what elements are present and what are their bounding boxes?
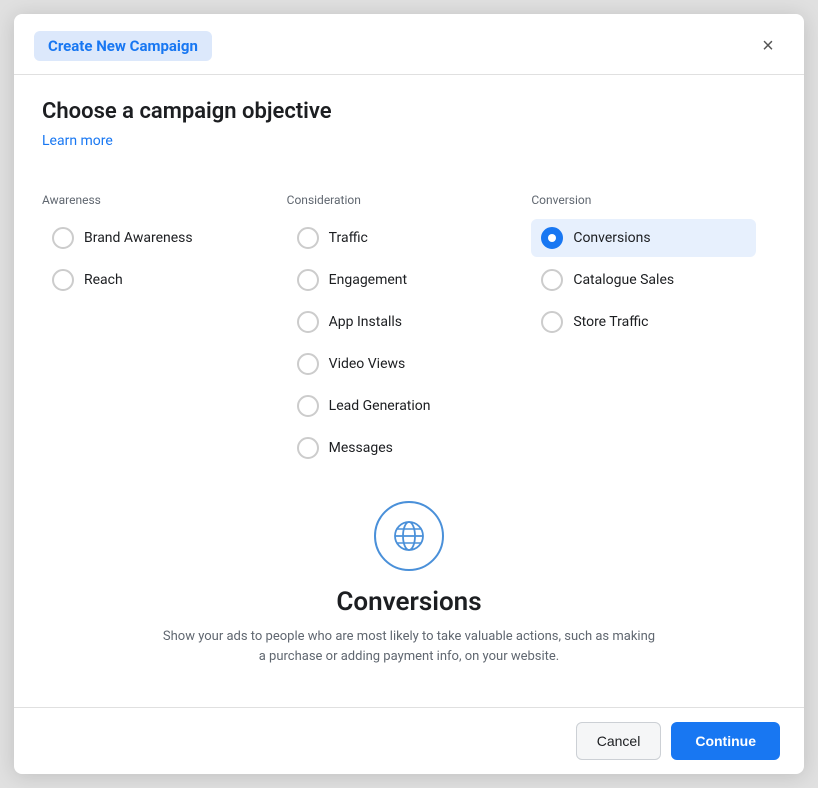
label-catalogue-sales: Catalogue Sales [573,272,674,288]
option-store-traffic[interactable]: Store Traffic [531,303,756,341]
modal-dialog: Create New Campaign × Choose a campaign … [14,14,804,774]
learn-more-link[interactable]: Learn more [42,133,113,149]
label-lead-generation: Lead Generation [329,398,431,414]
objectives-grid: Awareness Brand Awareness Reach Consider… [42,193,776,471]
radio-engagement [297,269,319,291]
modal-footer: Cancel Continue [14,707,804,774]
option-app-installs[interactable]: App Installs [287,303,512,341]
label-video-views: Video Views [329,356,406,372]
radio-catalogue-sales [541,269,563,291]
globe-icon [391,518,427,554]
label-app-installs: App Installs [329,314,402,330]
continue-button[interactable]: Continue [671,722,780,760]
radio-app-installs [297,311,319,333]
option-brand-awareness[interactable]: Brand Awareness [42,219,267,257]
preview-title: Conversions [336,587,481,617]
cancel-button[interactable]: Cancel [576,722,662,760]
modal-wrapper: Create New Campaign × Choose a campaign … [0,0,818,788]
radio-lead-generation [297,395,319,417]
section-heading: Choose a campaign objective [42,99,776,124]
modal-body: Choose a campaign objective Learn more A… [14,75,804,707]
label-engagement: Engagement [329,272,407,288]
radio-video-views [297,353,319,375]
awareness-column: Awareness Brand Awareness Reach [42,193,287,471]
label-brand-awareness: Brand Awareness [84,230,193,246]
consideration-label: Consideration [287,193,512,207]
globe-icon-wrapper [374,501,444,571]
preview-description: Show your ads to people who are most lik… [159,627,659,666]
close-button[interactable]: × [752,30,784,62]
label-conversions: Conversions [573,230,650,246]
label-traffic: Traffic [329,230,368,246]
label-reach: Reach [84,272,123,288]
radio-traffic [297,227,319,249]
modal-header: Create New Campaign × [14,14,804,75]
radio-messages [297,437,319,459]
consideration-column: Consideration Traffic Engagement App Ins… [287,193,532,471]
option-reach[interactable]: Reach [42,261,267,299]
conversion-label: Conversion [531,193,756,207]
option-conversions[interactable]: Conversions [531,219,756,257]
option-messages[interactable]: Messages [287,429,512,467]
label-messages: Messages [329,440,393,456]
conversion-column: Conversion Conversions Catalogue Sales S… [531,193,776,471]
radio-brand-awareness [52,227,74,249]
option-video-views[interactable]: Video Views [287,345,512,383]
modal-title: Create New Campaign [34,31,212,61]
radio-store-traffic [541,311,563,333]
option-engagement[interactable]: Engagement [287,261,512,299]
radio-reach [52,269,74,291]
label-store-traffic: Store Traffic [573,314,648,330]
radio-conversions [541,227,563,249]
option-traffic[interactable]: Traffic [287,219,512,257]
preview-section: Conversions Show your ads to people who … [42,471,776,686]
option-lead-generation[interactable]: Lead Generation [287,387,512,425]
option-catalogue-sales[interactable]: Catalogue Sales [531,261,756,299]
awareness-label: Awareness [42,193,267,207]
